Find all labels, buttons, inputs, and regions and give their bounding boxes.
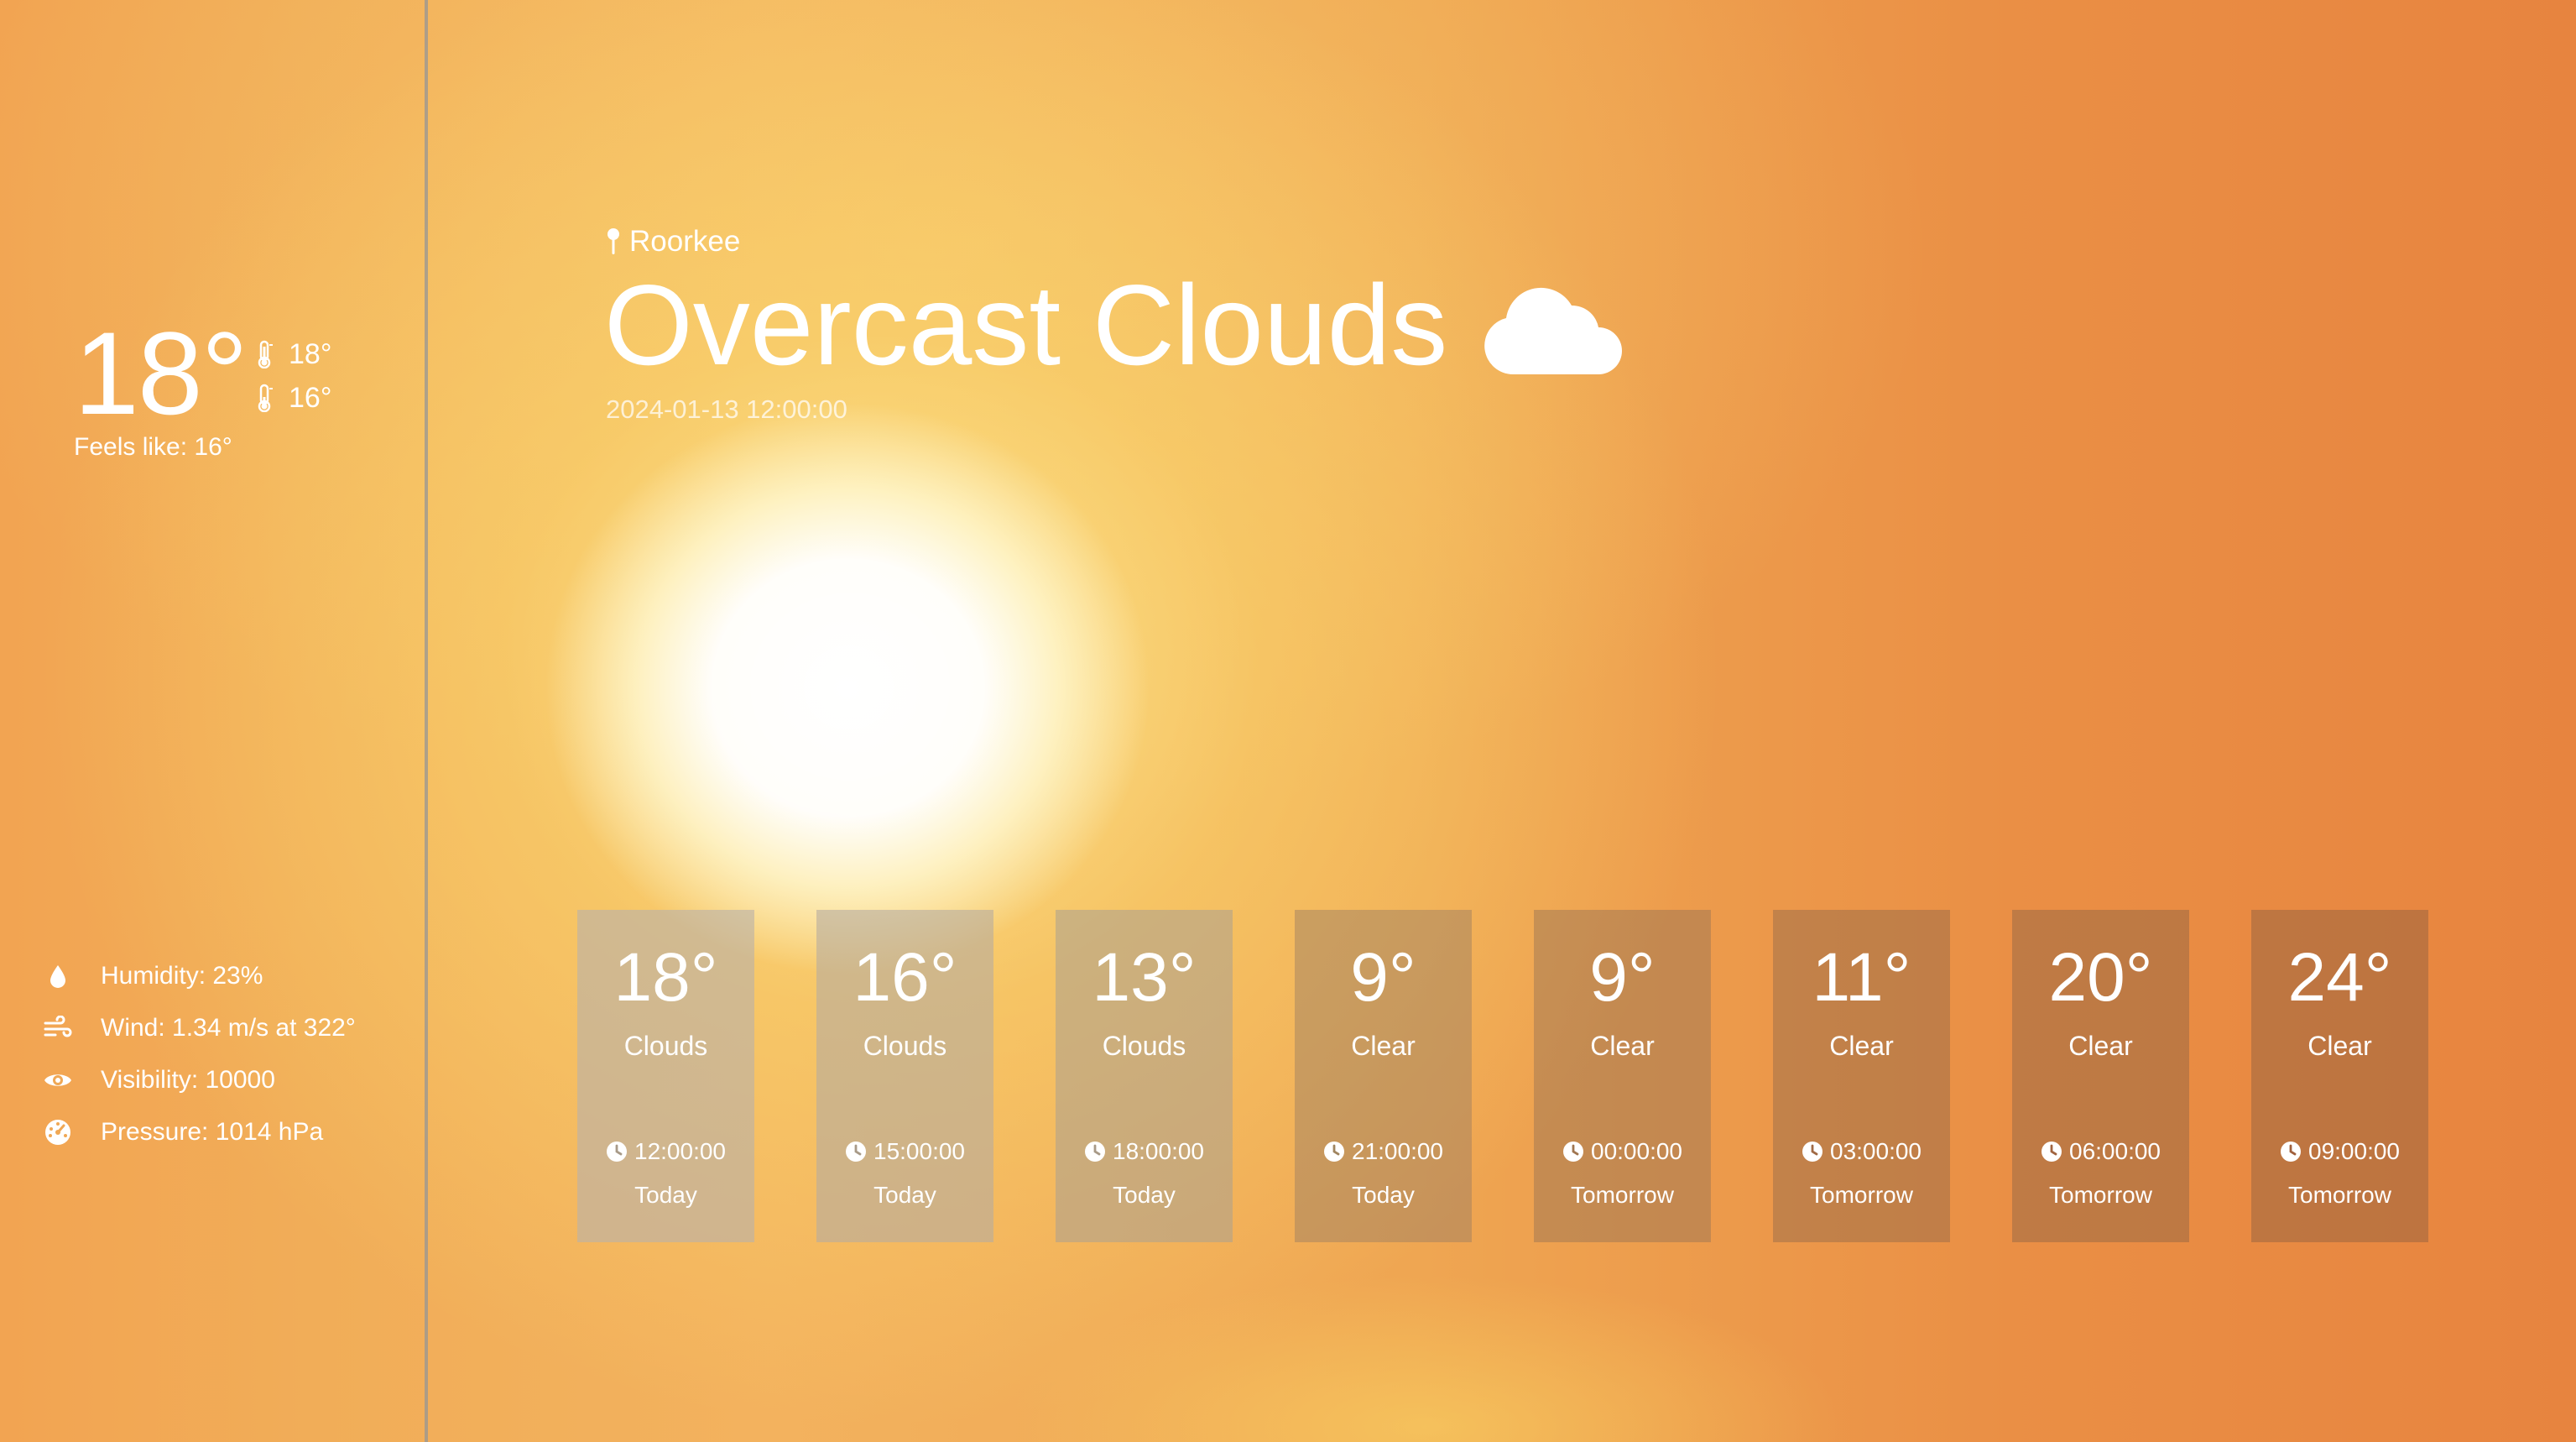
forecast-card: 9° Clear 00:00:00 Tomorrow [1534, 910, 1711, 1242]
condition-heading: Overcast Clouds [604, 262, 1624, 388]
clock-icon [1802, 1142, 1822, 1162]
forecast-desc: Clear [2307, 1031, 2372, 1061]
wind-row: Wind: 1.34 m/s at 322° [44, 1002, 356, 1054]
forecast-desc: Clear [2068, 1031, 2133, 1061]
visibility-row: Visibility: 10000 [44, 1054, 356, 1106]
forecast-temp: 18° [613, 939, 718, 1016]
condition-text: Overcast Clouds [604, 261, 1448, 389]
forecast-day: Tomorrow [2049, 1182, 2152, 1208]
droplet-icon [44, 962, 72, 990]
forecast-time: 09:00:00 [2251, 1138, 2428, 1165]
humidity-row: Humidity: 23% [44, 950, 356, 1002]
clock-icon [1085, 1142, 1105, 1162]
forecast-time: 06:00:00 [2012, 1138, 2189, 1165]
forecast-time: 18:00:00 [1056, 1138, 1233, 1165]
forecast-card: 9° Clear 21:00:00 Today [1295, 910, 1472, 1242]
min-max-temperatures: 18° 16° [257, 332, 331, 420]
pressure-row: Pressure: 1014 hPa [44, 1106, 356, 1158]
forecast-time-text: 06:00:00 [2069, 1138, 2161, 1164]
forecast-temp: 13° [1092, 939, 1197, 1016]
forecast-day: Today [873, 1182, 936, 1208]
datetime: 2024-01-13 12:00:00 [606, 394, 847, 424]
clock-icon [1324, 1142, 1344, 1162]
forecast-card: 24° Clear 09:00:00 Tomorrow [2251, 910, 2428, 1242]
location-name: Roorkee [629, 225, 741, 258]
forecast-desc: Clouds [1102, 1031, 1186, 1061]
forecast-time-text: 12:00:00 [634, 1138, 726, 1164]
cloud-icon [1484, 287, 1623, 374]
forecast-time-text: 21:00:00 [1352, 1138, 1443, 1164]
pressure-text: Pressure: 1014 hPa [101, 1118, 324, 1146]
forecast-card: 18° Clouds 12:00:00 Today [577, 910, 754, 1242]
forecast-temp: 9° [1589, 939, 1656, 1016]
weather-details: Humidity: 23% Wind: 1.34 m/s at 322° Vis… [44, 950, 356, 1158]
forecast-time: 00:00:00 [1534, 1138, 1711, 1165]
eye-icon [44, 1066, 72, 1095]
humidity-text: Humidity: 23% [101, 962, 263, 990]
min-temp: 16° [289, 382, 332, 414]
forecast-time-text: 15:00:00 [873, 1138, 965, 1164]
current-temperature: 18° [74, 307, 248, 439]
forecast-desc: Clear [1829, 1031, 1894, 1061]
forecast-card: 11° Clear 03:00:00 Tomorrow [1773, 910, 1950, 1242]
forecast-day: Today [1113, 1182, 1176, 1208]
forecast-temp: 11° [1812, 939, 1911, 1016]
min-temp-row: 16° [257, 376, 331, 420]
clock-icon [2281, 1142, 2301, 1162]
forecast-day: Tomorrow [1810, 1182, 1913, 1208]
gauge-icon [44, 1118, 72, 1147]
clock-icon [846, 1142, 866, 1162]
forecast-time-text: 03:00:00 [1830, 1138, 1922, 1164]
forecast-day: Tomorrow [2288, 1182, 2391, 1208]
forecast-time: 15:00:00 [816, 1138, 993, 1165]
forecast-time: 03:00:00 [1773, 1138, 1950, 1165]
forecast-card: 13° Clouds 18:00:00 Today [1056, 910, 1233, 1242]
forecast-temp: 20° [2048, 939, 2153, 1016]
forecast-desc: Clear [1590, 1031, 1655, 1061]
max-temp-row: 18° [257, 332, 331, 376]
forecast-time: 12:00:00 [577, 1138, 754, 1165]
forecast-day: Today [1352, 1182, 1415, 1208]
wind-text: Wind: 1.34 m/s at 322° [101, 1014, 356, 1042]
feels-like: Feels like: 16° [74, 433, 232, 461]
thermometer-low-icon [258, 384, 273, 412]
forecast-time: 21:00:00 [1295, 1138, 1472, 1165]
visibility-text: Visibility: 10000 [101, 1066, 275, 1094]
forecast-temp: 9° [1350, 939, 1416, 1016]
forecast-list: 18° Clouds 12:00:00 Today 16° Clouds 15:… [577, 910, 2428, 1242]
clock-icon [1563, 1142, 1583, 1162]
forecast-day: Today [634, 1182, 697, 1208]
forecast-time-text: 00:00:00 [1591, 1138, 1682, 1164]
forecast-card: 20° Clear 06:00:00 Tomorrow [2012, 910, 2189, 1242]
location: Roorkee [606, 225, 740, 259]
thermometer-high-icon [258, 340, 273, 368]
clock-icon [607, 1142, 627, 1162]
forecast-card: 16° Clouds 15:00:00 Today [816, 910, 993, 1242]
wind-icon [44, 1014, 72, 1042]
sidebar: 18° 18° 16° Feels like: 16° Humidity: 23… [0, 0, 428, 1442]
forecast-desc: Clouds [623, 1031, 708, 1061]
forecast-temp: 24° [2287, 939, 2392, 1016]
forecast-temp: 16° [853, 939, 957, 1016]
clock-icon [2042, 1142, 2062, 1162]
forecast-day: Tomorrow [1571, 1182, 1674, 1208]
forecast-time-text: 09:00:00 [2308, 1138, 2400, 1164]
forecast-desc: Clouds [863, 1031, 947, 1061]
max-temp: 18° [289, 338, 332, 370]
forecast-time-text: 18:00:00 [1113, 1138, 1204, 1164]
forecast-desc: Clear [1351, 1031, 1416, 1061]
location-pin-icon [607, 228, 619, 254]
